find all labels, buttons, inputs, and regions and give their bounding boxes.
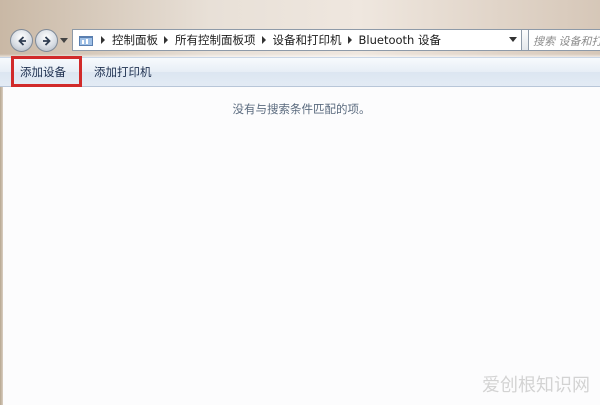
add-device-button[interactable]: 添加设备 [14,62,72,82]
breadcrumb-all-control-panel-items[interactable]: 所有控制面板项 [175,32,256,48]
breadcrumb-bluetooth-devices[interactable]: Bluetooth 设备 [359,32,441,48]
breadcrumb-separator [261,36,266,44]
back-arrow-icon [17,35,26,46]
address-bar[interactable]: 控制面板 所有控制面板项 设备和打印机 Bluetooth 设备 [72,29,522,51]
address-dropdown-icon[interactable] [509,37,517,42]
breadcrumb-control-panel[interactable]: 控制面板 [112,32,158,48]
folder-icon [77,32,95,48]
recent-pages-dropdown[interactable] [60,36,68,46]
back-button[interactable] [10,29,33,52]
breadcrumb-separator [101,36,105,44]
breadcrumb-separator [347,36,352,44]
empty-results-message: 没有与搜索条件匹配的项。 [232,102,371,116]
forward-arrow-icon [42,35,51,46]
forward-button[interactable] [35,29,58,52]
search-input[interactable]: 搜索 设备和打印机 [528,29,600,51]
device-list-pane[interactable]: 没有与搜索条件匹配的项。 爱创根知识网 [3,87,600,405]
command-bar: 添加设备 添加打印机 [0,57,600,87]
watermark: 爱创根知识网 [482,375,590,396]
breadcrumb-separator [164,36,168,44]
breadcrumb-devices-and-printers[interactable]: 设备和打印机 [273,32,342,48]
chevron-down-icon [60,38,68,43]
add-printer-button[interactable]: 添加打印机 [88,62,158,82]
